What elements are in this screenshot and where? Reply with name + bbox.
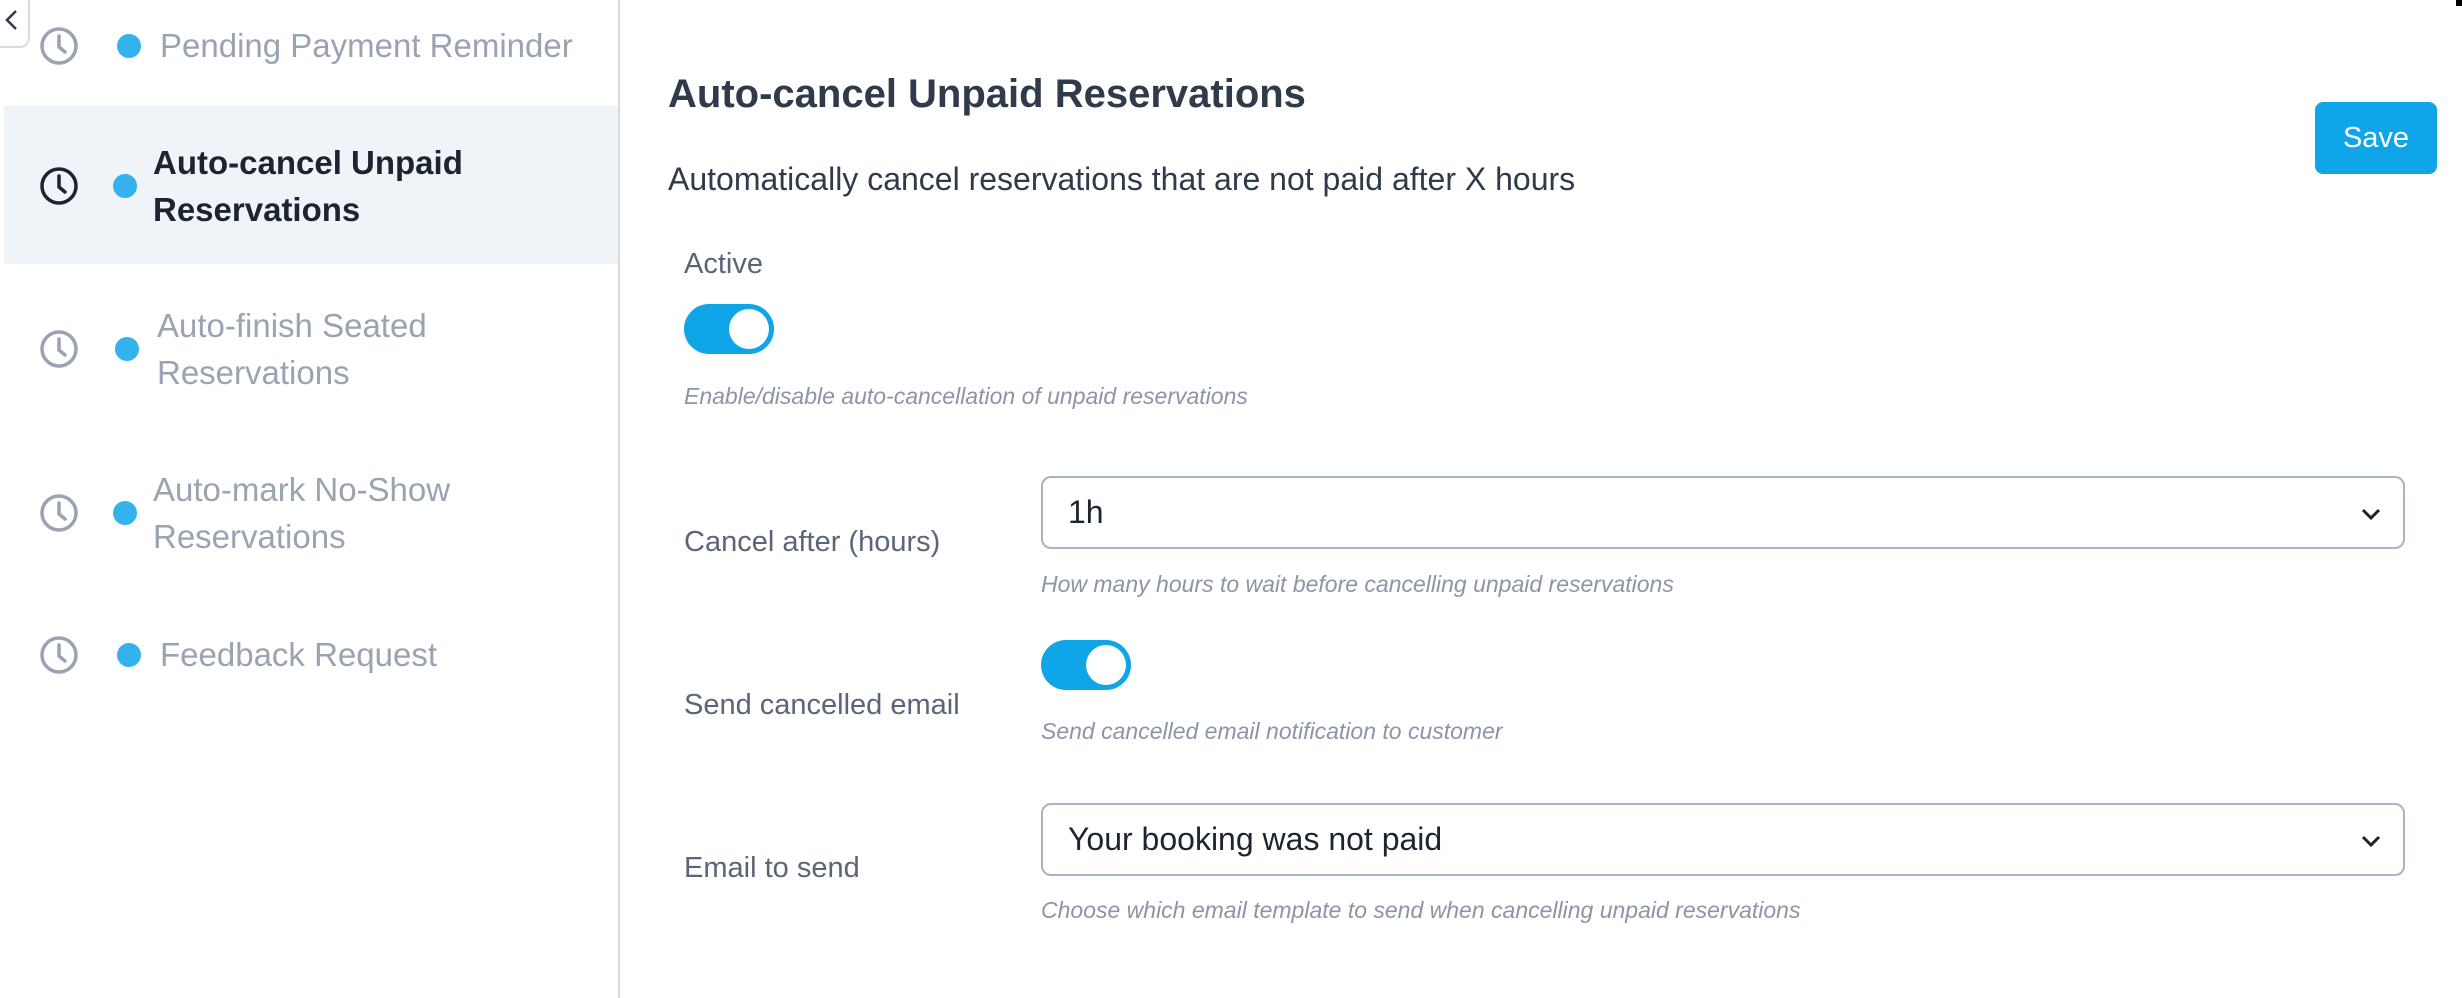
page-title: Auto-cancel Unpaid Reservations: [668, 72, 1306, 116]
email-to-send-hint: Choose which email template to send when…: [1041, 897, 1801, 923]
sidebar-item-label: Auto-finish Seated Reservations: [157, 307, 427, 391]
clock-icon: [38, 25, 80, 67]
sidebar-item-auto-finish-seated[interactable]: Auto-finish Seated Reservations: [4, 272, 618, 428]
send-email-toggle[interactable]: [1041, 640, 1131, 690]
chevron-down-icon: [2359, 829, 2383, 853]
status-dot: [113, 174, 137, 198]
send-email-label: Send cancelled email: [684, 689, 960, 721]
chevron-down-icon: [2359, 502, 2383, 526]
status-dot: [117, 643, 141, 667]
cancel-after-hint: How many hours to wait before cancelling…: [1041, 571, 1674, 597]
sidebar-item-auto-cancel-unpaid[interactable]: Auto-cancel Unpaid Reservations: [4, 106, 618, 264]
sidebar-item-pending-payment-reminder[interactable]: Pending Payment Reminder: [4, 0, 618, 92]
clock-icon: [38, 165, 80, 207]
active-label: Active: [684, 248, 763, 280]
clock-icon: [38, 492, 80, 534]
email-template-value: Your booking was not paid: [1068, 821, 1443, 857]
sidebar: Pending Payment Reminder Auto-cancel Unp…: [0, 0, 620, 998]
window-corner-mark: [2456, 0, 2462, 6]
sidebar-item-label: Auto-mark No-Show Reservations: [153, 471, 451, 555]
sidebar-item-feedback-request[interactable]: Feedback Request: [4, 612, 618, 698]
toggle-knob: [729, 309, 769, 349]
cancel-after-select[interactable]: 1h: [1041, 476, 2405, 549]
cancel-after-label: Cancel after (hours): [684, 526, 941, 558]
active-toggle[interactable]: [684, 304, 774, 354]
clock-icon: [38, 634, 80, 676]
active-hint: Enable/disable auto-cancellation of unpa…: [684, 383, 1248, 409]
send-email-hint: Send cancelled email notification to cus…: [1041, 718, 1503, 744]
email-to-send-label: Email to send: [684, 852, 860, 884]
toggle-knob: [1086, 645, 1126, 685]
email-template-select[interactable]: Your booking was not paid: [1041, 803, 2405, 876]
sidebar-item-label: Pending Payment Reminder: [160, 27, 573, 64]
sidebar-item-label: Feedback Request: [160, 636, 438, 673]
cancel-after-value: 1h: [1068, 494, 1104, 530]
status-dot: [115, 337, 139, 361]
clock-icon: [38, 328, 80, 370]
status-dot: [113, 501, 137, 525]
status-dot: [117, 34, 141, 58]
page-description: Automatically cancel reservations that a…: [668, 161, 1576, 197]
save-button[interactable]: Save: [2315, 102, 2437, 174]
sidebar-item-label: Auto-cancel Unpaid Reservations: [153, 144, 463, 228]
sidebar-item-auto-mark-no-show[interactable]: Auto-mark No-Show Reservations: [4, 436, 618, 592]
settings-panel: Auto-cancel Unpaid Reservations Automati…: [622, 0, 2462, 998]
